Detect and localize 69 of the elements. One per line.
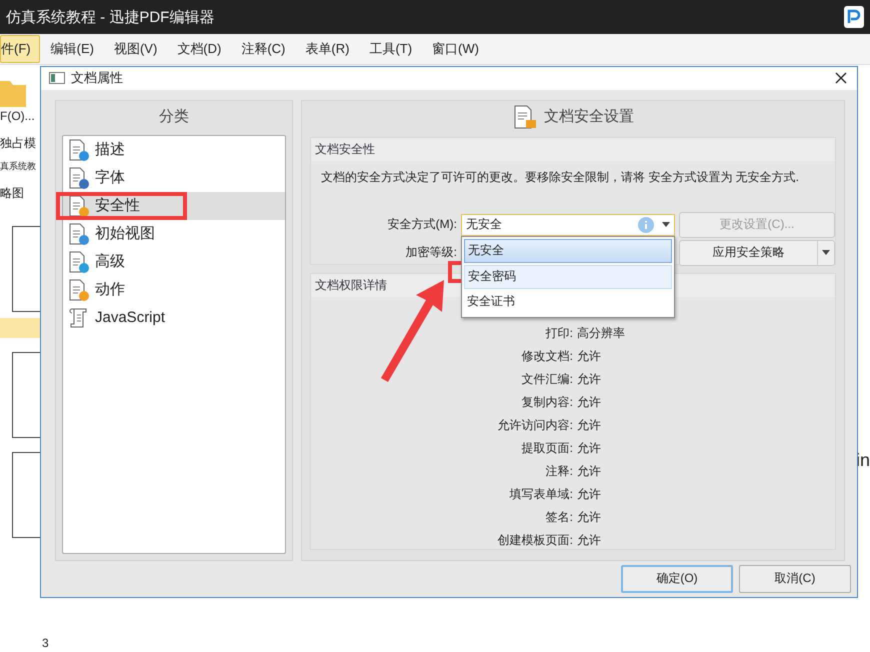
window-icon bbox=[49, 72, 65, 84]
permission-label: 创建模板页面: bbox=[498, 532, 573, 549]
caret-icon bbox=[662, 222, 670, 228]
page-thumbnail[interactable] bbox=[12, 452, 42, 538]
menu-item[interactable]: 表单(R) bbox=[296, 35, 358, 63]
apply-policy-button[interactable]: 应用安全策略 bbox=[679, 240, 835, 266]
field-label: 加密等级: bbox=[404, 244, 457, 262]
category-header: 分类 bbox=[158, 107, 190, 128]
permission-label: 文件汇编: bbox=[522, 370, 573, 388]
mode-label: 独占模 bbox=[0, 135, 37, 152]
permission-label: 签名: bbox=[546, 508, 573, 526]
permission-label: 修改文档: bbox=[522, 348, 573, 365]
menu-item[interactable]: 编辑(E) bbox=[42, 35, 103, 63]
permission-value: 允许 bbox=[577, 370, 601, 388]
permission-value: 允许 bbox=[577, 440, 601, 457]
dropdown-option[interactable]: 安全密码 bbox=[464, 264, 672, 289]
panel-title: 文档安全设置 bbox=[544, 107, 634, 126]
app-logo-icon bbox=[844, 6, 864, 28]
dialog-button[interactable]: 取消(C) bbox=[739, 564, 851, 593]
permission-value: 允许 bbox=[577, 462, 601, 480]
permission-value: 允许 bbox=[577, 394, 601, 411]
page-thumbnail[interactable] bbox=[12, 226, 42, 312]
info-icon bbox=[638, 216, 654, 233]
menu-item[interactable]: 注释(C) bbox=[232, 35, 294, 63]
panel-label: 略图 bbox=[0, 185, 25, 202]
document-icon bbox=[67, 222, 91, 246]
menu-item[interactable]: 文档(D) bbox=[168, 35, 230, 63]
document-icon bbox=[67, 138, 91, 162]
document-tab[interactable]: 真系统教 bbox=[0, 160, 40, 173]
permission-label: 复制内容: bbox=[522, 394, 573, 411]
permission-value: 允许 bbox=[577, 348, 601, 365]
menu-item[interactable]: 工具(T) bbox=[360, 35, 422, 63]
caret-icon bbox=[822, 250, 830, 256]
security-method-dropdown[interactable]: 无安全 bbox=[461, 214, 675, 236]
permission-value: 允许 bbox=[577, 416, 601, 434]
group-title: 文档安全性 bbox=[311, 138, 835, 161]
close-icon[interactable] bbox=[835, 72, 847, 84]
permission-label: 注释: bbox=[546, 462, 573, 480]
permission-value: 允许 bbox=[577, 486, 601, 503]
permission-value: 高分辨率 bbox=[577, 324, 625, 342]
document-lock-icon bbox=[512, 104, 538, 130]
document-icon bbox=[67, 278, 91, 302]
category-item[interactable]: 初始视图 bbox=[63, 220, 285, 248]
document-icon bbox=[67, 194, 91, 218]
dropdown-option[interactable]: 无安全 bbox=[464, 238, 672, 263]
menu-item[interactable]: 视图(V) bbox=[104, 35, 166, 63]
document-icon bbox=[67, 166, 91, 190]
document-icon bbox=[67, 250, 91, 274]
permission-label: 提取页面: bbox=[522, 440, 573, 457]
permission-label: 打印: bbox=[546, 324, 573, 342]
field-label: 安全方式(M): bbox=[386, 216, 457, 234]
category-item[interactable]: 高级 bbox=[63, 248, 285, 276]
category-item[interactable]: 描述 bbox=[63, 136, 285, 164]
dialog-button[interactable]: 确定(O) bbox=[621, 564, 733, 593]
permission-label: 允许访问内容: bbox=[498, 416, 573, 434]
window-title: 仿真系统教程 - 迅捷PDF编辑器 bbox=[6, 8, 216, 26]
selection-bar bbox=[0, 318, 40, 338]
category-item[interactable]: 动作 bbox=[63, 276, 285, 304]
permission-value: 允许 bbox=[577, 508, 601, 526]
category-item[interactable]: 字体 bbox=[63, 164, 285, 192]
page-number: 3 bbox=[42, 636, 50, 650]
dialog-title: 文档属性 bbox=[71, 69, 124, 88]
page-thumbnail[interactable] bbox=[12, 352, 42, 438]
permission-label: 填写表单域: bbox=[510, 486, 573, 503]
permission-value: 允许 bbox=[577, 532, 601, 549]
menu-item[interactable]: 件(F) bbox=[0, 35, 40, 63]
category-item[interactable]: JavaScript bbox=[63, 304, 285, 332]
description-text: 文档的安全方式决定了可许可的更改。要移除安全限制，请将 安全方式设置为 无安全方式. bbox=[320, 168, 800, 186]
menu-item[interactable]: 窗口(W) bbox=[423, 35, 488, 63]
